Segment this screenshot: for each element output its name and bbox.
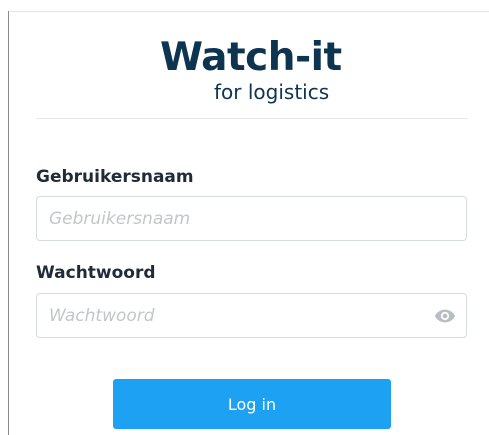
password-input[interactable]: [37, 294, 466, 337]
username-input[interactable]: [37, 197, 466, 240]
brand-name: Watch-it: [160, 35, 342, 80]
panel-top-border: [8, 11, 489, 12]
username-field-wrapper: [36, 196, 467, 241]
login-button[interactable]: Log in: [113, 379, 391, 429]
password-field-wrapper: [36, 293, 467, 338]
logo: Watch-it for logistics: [0, 34, 489, 114]
password-label: Wachtwoord: [36, 263, 156, 283]
brand-tagline: for logistics: [214, 80, 330, 104]
eye-icon[interactable]: [434, 305, 456, 327]
header-divider: [36, 118, 468, 119]
username-label: Gebruikersnaam: [36, 167, 194, 187]
